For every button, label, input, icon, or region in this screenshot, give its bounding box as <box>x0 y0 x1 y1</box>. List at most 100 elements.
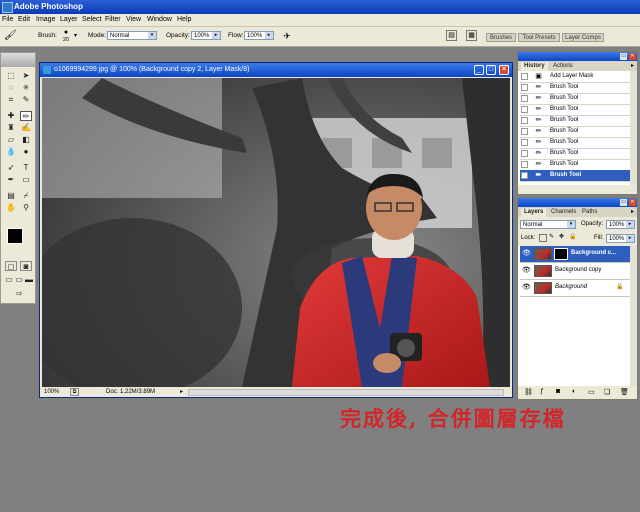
well-tab-tool-presets[interactable]: Tool Presets <box>518 33 560 42</box>
history-source-checkbox[interactable] <box>521 128 528 135</box>
tab-layers[interactable]: Layers <box>521 208 547 217</box>
jump-to-imageready-icon[interactable]: ⇨ <box>7 289 31 299</box>
eye-icon[interactable]: 👁 <box>522 267 531 275</box>
menu-file[interactable]: File <box>2 16 13 23</box>
new-group-icon[interactable]: ▭ <box>588 388 595 396</box>
dodge-tool-icon[interactable]: ● <box>20 147 32 157</box>
flow-input[interactable]: 100% ▸ <box>244 31 274 40</box>
history-source-checkbox[interactable] <box>521 172 528 179</box>
file-browser-icon[interactable]: ▤ <box>446 30 457 41</box>
history-source-checkbox[interactable] <box>521 150 528 157</box>
blend-mode-select[interactable]: Normal ▾ <box>520 220 576 229</box>
gradient-tool-icon[interactable]: ◧ <box>20 135 32 145</box>
slice-tool-icon[interactable]: ✎ <box>20 95 32 105</box>
well-tab-layer-comps[interactable]: Layer Comps <box>562 33 604 42</box>
lock-transparency-icon[interactable] <box>539 234 547 242</box>
path-selection-tool-icon[interactable]: ➶ <box>5 163 17 173</box>
add-mask-icon[interactable]: ◙ <box>556 388 560 395</box>
menu-layer[interactable]: Layer <box>60 16 78 23</box>
layer-row-selected[interactable]: 👁 Background c... <box>520 246 633 263</box>
crop-tool-icon[interactable]: ⌗ <box>5 95 17 105</box>
panel-menu-icon[interactable]: ▸ <box>631 62 634 69</box>
panel-menu-icon[interactable]: ▸ <box>631 208 634 215</box>
minimize-button[interactable]: _ <box>474 65 484 75</box>
horizontal-scrollbar[interactable] <box>188 389 504 396</box>
quick-mask-mode-icon[interactable]: ◙ <box>20 261 32 271</box>
zoom-tool-icon[interactable]: ⚲ <box>20 203 32 213</box>
history-item-selected[interactable]: ✏ Brush Tool <box>520 170 630 182</box>
menu-window[interactable]: Window <box>147 16 172 23</box>
tab-history[interactable]: History <box>521 62 548 71</box>
fill-input[interactable]: 100% ▸ <box>606 234 635 243</box>
marquee-tool-icon[interactable]: ⬚ <box>5 71 17 81</box>
layer-mask-thumbnail[interactable] <box>554 248 568 260</box>
panel-minimize-icon[interactable]: ▭ <box>620 199 627 206</box>
eyedropper-tool-icon[interactable]: ⌿ <box>20 191 32 201</box>
pen-tool-icon[interactable]: ✒ <box>5 175 17 185</box>
zoom-level[interactable]: 100% <box>44 389 59 395</box>
brush-dot-icon[interactable]: ● <box>62 29 70 37</box>
menu-select[interactable]: Select <box>82 16 101 23</box>
palette-well-icon[interactable]: ▦ <box>466 30 477 41</box>
clone-stamp-tool-icon[interactable]: ♜ <box>5 123 17 133</box>
lock-image-icon[interactable]: ✎ <box>549 233 554 240</box>
eye-icon[interactable]: 👁 <box>522 250 531 258</box>
eraser-tool-icon[interactable]: ▱ <box>5 135 17 145</box>
menu-edit[interactable]: Edit <box>18 16 30 23</box>
layer-opacity-input[interactable]: 100% ▸ <box>606 220 635 229</box>
tab-actions[interactable]: Actions <box>550 62 576 71</box>
full-screen-mode-icon[interactable]: ▬ <box>23 275 35 285</box>
history-brush-tool-icon[interactable]: ✍ <box>20 123 32 133</box>
layer-row[interactable]: 👁 Background 🔒 <box>520 280 633 297</box>
history-source-checkbox[interactable] <box>521 161 528 168</box>
history-source-checkbox[interactable] <box>521 73 528 80</box>
status-menu-arrow-icon[interactable]: ▸ <box>180 388 183 395</box>
opacity-input[interactable]: 100% ▸ <box>191 31 221 40</box>
menu-view[interactable]: View <box>126 16 141 23</box>
toolbox-header-feather-icon[interactable] <box>1 53 35 67</box>
panel-close-icon[interactable]: ✕ <box>629 53 636 60</box>
magic-wand-tool-icon[interactable]: ✳ <box>20 83 32 93</box>
history-source-checkbox[interactable] <box>521 117 528 124</box>
layer-row[interactable]: 👁 Background copy <box>520 263 633 280</box>
airbrush-icon[interactable]: ✈ <box>281 30 293 42</box>
history-source-checkbox[interactable] <box>521 95 528 102</box>
lock-all-icon[interactable]: 🔒 <box>569 233 576 240</box>
status-icon[interactable]: ⧉ <box>70 388 79 396</box>
eye-icon[interactable]: 👁 <box>522 284 531 292</box>
menu-filter[interactable]: Filter <box>105 16 121 23</box>
maximize-button[interactable]: □ <box>486 65 496 75</box>
new-layer-icon[interactable]: ❏ <box>604 388 610 396</box>
lock-position-icon[interactable]: ✥ <box>559 233 564 240</box>
standard-mode-icon[interactable]: ◻ <box>5 261 17 271</box>
menu-image[interactable]: Image <box>36 16 55 23</box>
trash-icon[interactable]: 🗑 <box>620 388 629 396</box>
brush-tool-preset-icon[interactable]: 🖌 <box>4 30 24 42</box>
history-scrollbar[interactable] <box>630 71 637 185</box>
lasso-tool-icon[interactable]: ◌ <box>5 83 17 93</box>
link-layers-icon[interactable]: ⛓ <box>524 388 533 396</box>
panel-minimize-icon[interactable]: ▭ <box>620 53 627 60</box>
history-source-checkbox[interactable] <box>521 84 528 91</box>
brush-tool-icon[interactable]: ✏ <box>20 111 32 121</box>
well-tab-brushes[interactable]: Brushes <box>486 33 516 42</box>
move-tool-icon[interactable]: ➤ <box>20 71 32 81</box>
type-tool-icon[interactable]: T <box>20 163 32 173</box>
image-canvas[interactable] <box>42 78 510 387</box>
blur-tool-icon[interactable]: 💧 <box>5 147 17 157</box>
tab-paths[interactable]: Paths <box>579 208 600 217</box>
hand-tool-icon[interactable]: ✋ <box>5 203 17 213</box>
foreground-color-swatch[interactable] <box>7 228 23 244</box>
layer-style-icon[interactable]: ƒ <box>540 388 544 395</box>
tab-channels[interactable]: Channels <box>548 208 579 217</box>
brush-dropdown-icon[interactable]: ▾ <box>74 32 77 39</box>
panel-close-icon[interactable]: ✕ <box>629 199 636 206</box>
menu-help[interactable]: Help <box>177 16 191 23</box>
history-source-checkbox[interactable] <box>521 139 528 146</box>
healing-brush-tool-icon[interactable]: ✚ <box>5 111 17 121</box>
adjustment-layer-icon[interactable]: ◐ <box>572 388 576 395</box>
layers-scrollbar[interactable] <box>630 246 637 386</box>
close-button[interactable]: ✕ <box>499 65 509 75</box>
notes-tool-icon[interactable]: ▤ <box>5 191 17 201</box>
shape-tool-icon[interactable]: ▭ <box>20 175 32 185</box>
